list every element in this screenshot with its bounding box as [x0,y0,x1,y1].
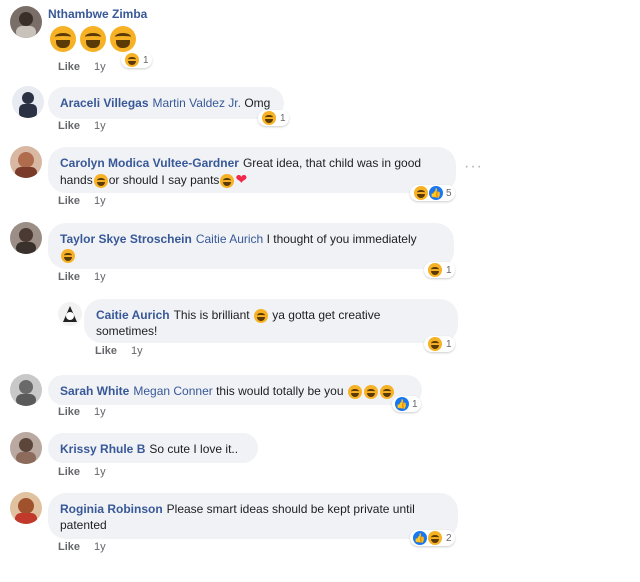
like-link[interactable]: Like [58,541,80,553]
avatar[interactable] [10,146,42,178]
comment-text: this would totally be you [216,384,344,398]
comment-author[interactable]: Sarah White [60,384,129,398]
comment-text: sometimes! [96,324,158,338]
comment-text: So cute I love it.. [149,442,239,456]
comment-text: patented [60,518,107,532]
comment-time[interactable]: 1y [94,61,106,73]
avatar[interactable] [58,302,82,326]
laughing-tears-emoji [125,53,139,67]
laughing-tears-emoji [347,384,362,399]
mention-link[interactable]: Megan Conner [133,384,212,398]
reaction-summary[interactable]: 👍 1 [392,396,421,412]
laughing-tears-emoji [110,26,136,52]
mention-link[interactable]: Caitie Aurich [196,232,263,246]
laughing-tears-emoji [93,173,108,188]
laughing-tears-emoji [253,308,268,323]
comment-bubble: Sarah White Megan Conner this would total… [48,375,422,405]
comment-bubble: Roginia Robinson Please smart ideas shoul… [48,493,458,539]
avatar[interactable] [10,222,42,254]
like-icon: 👍 [429,186,443,200]
comment-text: I thought of you immediately [266,232,417,246]
more-options-icon[interactable]: ··· [464,158,483,176]
comment-time[interactable]: 1y [131,345,143,357]
comment-time[interactable]: 1y [94,466,106,478]
laughing-tears-emoji [220,173,235,188]
reaction-count: 1 [446,264,452,276]
laughing-tears-emoji [363,384,378,399]
laughing-tears-emoji [80,26,106,52]
comment-time[interactable]: 1y [94,541,106,553]
laughing-tears-emoji [428,263,442,277]
comment-text: hands [60,173,93,187]
comment-author[interactable]: Krissy Rhule B [60,442,145,456]
heart-emoji: ❤ [235,171,248,187]
comment-author[interactable]: Taylor Skye Stroschein [60,232,192,246]
laughing-tears-emoji [61,248,75,263]
comment-emoji-row [48,26,138,52]
laughing-tears-emoji [428,337,442,351]
like-link[interactable]: Like [58,61,80,73]
reaction-summary[interactable]: 1 [258,110,289,126]
comment-text: ya gotta get creative [272,308,381,322]
like-link[interactable]: Like [95,345,117,357]
comment-meta: Like 1y [58,541,120,553]
reaction-summary[interactable]: 👍 5 [410,185,455,201]
comment-bubble: Krissy Rhule B So cute I love it.. [48,433,258,463]
reaction-count: 5 [446,187,452,199]
comment-meta: Like 1y [58,61,120,73]
comment-text: This is brilliant [173,308,250,322]
comment-bubble: Taylor Skye Stroschein Caitie Aurich I th… [48,223,454,269]
like-icon: 👍 [413,531,427,545]
reaction-count: 1 [143,54,149,66]
comment-time[interactable]: 1y [94,406,106,418]
comment-time[interactable]: 1y [94,195,106,207]
comment-author[interactable]: Caitie Aurich [96,308,170,322]
comment-meta: Like 1y [58,271,120,283]
comment-bubble: Carolyn Modica Vultee-Gardner Great idea,… [48,147,456,193]
like-icon: 👍 [395,397,409,411]
reaction-summary[interactable]: 1 [121,52,152,68]
comment-text: or should I say pants [108,173,220,187]
reaction-count: 2 [446,532,452,544]
comment-author[interactable]: Roginia Robinson [60,502,163,516]
reply-bubble: Caitie Aurich This is brilliant ya gotta … [84,299,458,343]
reaction-count: 1 [412,398,418,410]
reaction-count: 1 [446,338,452,350]
laughing-tears-emoji [262,111,276,125]
like-link[interactable]: Like [58,466,80,478]
like-link[interactable]: Like [58,195,80,207]
mention-link[interactable]: Martin Valdez Jr. [153,96,241,110]
comment-meta: Like 1y [58,406,120,418]
avatar[interactable] [10,374,42,406]
laughing-tears-emoji [379,384,394,399]
avatar[interactable] [10,492,42,524]
avatar[interactable] [10,6,42,38]
comment-meta: Like 1y [58,466,120,478]
reaction-count: 1 [280,112,286,124]
reaction-summary[interactable]: 1 [424,262,455,278]
comment-author[interactable]: Araceli Villegas [60,96,149,110]
comment-meta: Like 1y [58,120,120,132]
comment-text: Great idea, that child was in good [242,156,422,170]
laughing-tears-emoji [428,531,442,545]
laughing-tears-emoji [414,186,428,200]
reaction-summary[interactable]: 1 [424,336,455,352]
like-link[interactable]: Like [58,271,80,283]
comment-time[interactable]: 1y [94,271,106,283]
comment-bubble: Araceli Villegas Martin Valdez Jr. Omg [48,87,284,119]
comment-time[interactable]: 1y [94,120,106,132]
laughing-tears-emoji [50,26,76,52]
avatar[interactable] [10,432,42,464]
comment-text: Omg [244,96,271,110]
comment-text: Please smart ideas should be kept privat… [166,502,415,516]
comment-author[interactable]: Carolyn Modica Vultee-Gardner [60,156,239,170]
comment-meta: Like 1y [95,345,157,357]
reaction-summary[interactable]: 👍 2 [410,530,455,546]
like-link[interactable]: Like [58,406,80,418]
comment-author[interactable]: Nthambwe Zimba [48,7,147,21]
comment-meta: Like 1y [58,195,120,207]
like-link[interactable]: Like [58,120,80,132]
avatar[interactable] [12,86,44,118]
